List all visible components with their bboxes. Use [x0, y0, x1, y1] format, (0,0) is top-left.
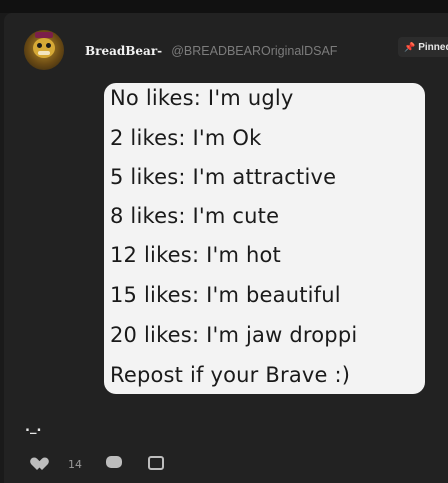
top-strip [0, 0, 448, 13]
image-text-line: 5 likes: I'm attractive [110, 165, 337, 189]
pinned-badge: 📌Pinned [398, 37, 448, 57]
image-text-line: 12 likes: I'm hot [110, 243, 281, 267]
share-icon[interactable] [148, 456, 164, 470]
image-text-line: Repost if your Brave :) [110, 363, 351, 387]
post-header: BreadBear- @BREADBEAROriginalDSAF [85, 40, 337, 59]
image-text-line: 15 likes: I'm beautiful [110, 283, 341, 307]
pin-icon: 📌 [404, 42, 416, 52]
image-text-line: 8 likes: I'm cute [110, 204, 280, 228]
like-count: 14 [68, 458, 82, 471]
post-image[interactable]: No likes: I'm ugly 2 likes: I'm Ok 5 lik… [104, 83, 425, 394]
image-text-line: No likes: I'm ugly [110, 86, 294, 110]
heart-icon[interactable] [34, 456, 48, 470]
post-actions: 14 [34, 456, 448, 471]
image-text-line: 20 likes: I'm jaw droppi [110, 323, 358, 347]
image-text-line: 2 likes: I'm Ok [110, 126, 262, 150]
post-caption: ._. [25, 420, 42, 435]
pinned-label: Pinned [418, 42, 448, 53]
author-handle[interactable]: @BREADBEAROriginalDSAF [171, 44, 337, 58]
comment-icon[interactable] [106, 456, 122, 468]
avatar[interactable] [24, 30, 64, 70]
author-display-name[interactable]: BreadBear- [85, 44, 162, 58]
